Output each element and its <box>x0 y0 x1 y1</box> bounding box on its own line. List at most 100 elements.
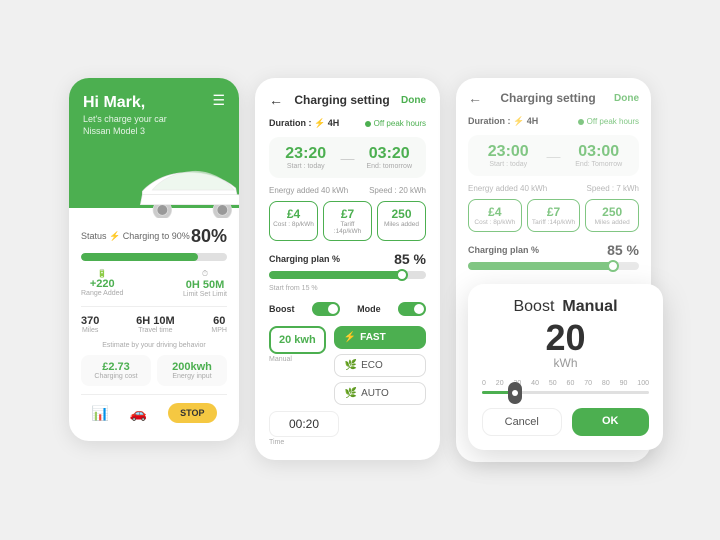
boost-toggle[interactable] <box>312 302 340 316</box>
right-cost-val: £4 <box>472 205 518 219</box>
range-thumb[interactable] <box>508 382 522 404</box>
energy-input-val: 200kwh <box>163 361 221 373</box>
right-time-row: 23:00 Start : today — 03:00 End: Tomorro… <box>468 135 639 176</box>
stop-button[interactable]: STOP <box>168 403 216 423</box>
mid-card: ← Charging setting Done Duration : ⚡ 4H … <box>255 78 440 460</box>
back-arrow-icon[interactable]: ← <box>269 92 283 108</box>
modal-buttons: Cancel OK <box>482 408 649 436</box>
start-time-block: 23:20 Start : today <box>277 145 335 170</box>
modal-slider-container: 0 20 30 40 50 60 70 80 90 100 <box>482 380 649 394</box>
range-lbl: Range Added <box>81 290 123 297</box>
auto-label: AUTO <box>361 388 389 399</box>
duration-label: Duration : ⚡ 4H <box>269 118 339 129</box>
modal-manual-label: Manual <box>562 298 617 316</box>
right-duration-lbl: Duration : ⚡ 4H <box>468 116 538 127</box>
speed-lbl: MPH <box>211 327 227 334</box>
status-label: Status ⚡ Charging to 90% <box>81 231 190 242</box>
right-plan-lbl: Charging plan % <box>468 245 539 255</box>
speed-val: 60 <box>211 315 227 327</box>
off-peak-indicator: Off peak hours <box>365 119 426 128</box>
modal-boost-label: Boost <box>513 298 554 316</box>
car-nav-icon[interactable]: 🚗 <box>130 405 147 422</box>
right-plan-row: Charging plan % 85 % <box>468 242 639 258</box>
range-stat: 🔋 +220 Range Added <box>81 269 123 298</box>
right-tariff-box: £7 Tariff :14p/kWh <box>527 199 581 232</box>
status-row: Status ⚡ Charging to 90% 80% <box>81 226 227 247</box>
kwh-box[interactable]: 20 kwh <box>269 326 326 354</box>
right-miles-box: 250 Miles added <box>585 199 639 232</box>
slider-thumb[interactable] <box>396 269 408 281</box>
manual-label: Manual <box>269 356 326 363</box>
cost-label: Cost : 8p/kWh <box>273 221 314 228</box>
ok-button[interactable]: OK <box>572 408 650 436</box>
chart-icon[interactable]: 📊 <box>91 405 108 422</box>
fast-icon: ⚡ <box>344 332 356 343</box>
travel-lbl: Travel time <box>136 327 175 334</box>
right-header: ← Charging setting Done <box>468 90 639 106</box>
miles-lbl: Miles <box>81 327 99 334</box>
right-start-block: 23:00 Start : today <box>476 143 541 168</box>
right-title: Charging setting <box>500 91 595 105</box>
mid-card-header: ← Charging setting Done <box>269 92 426 108</box>
plan-pct: 85 % <box>394 251 426 267</box>
right-plan-fill <box>468 262 613 270</box>
right-cost-box: £4 Cost : 8p/kWh <box>468 199 522 232</box>
auto-mode-button[interactable]: 🌿 AUTO <box>334 382 426 405</box>
right-plan-slider[interactable] <box>468 262 639 270</box>
tariff-label: Tariff :14p/kWh <box>327 221 368 235</box>
fast-mode-button[interactable]: ⚡ FAST <box>334 326 426 349</box>
mid-card-title: Charging setting <box>294 93 389 107</box>
mode-toggle[interactable] <box>398 302 426 316</box>
end-time-lbl: End: tomorrow <box>361 163 419 170</box>
right-bg-content: ← Charging setting Done Duration : ⚡ 4H … <box>468 90 639 270</box>
cancel-button[interactable]: Cancel <box>482 408 562 436</box>
right-speed-lbl: Speed : 7 kWh <box>587 184 639 193</box>
right-done-btn[interactable]: Done <box>614 93 639 104</box>
status-value: 80% <box>191 226 227 247</box>
limit-val: 0H 50M <box>183 279 227 291</box>
right-miles-lbl: Miles added <box>589 219 635 226</box>
charge-cost-box: £2.73 Charging cost <box>81 355 151 386</box>
energy-label: Energy added 40 kWh <box>269 186 348 195</box>
greeting-text: Hi Mark, <box>83 94 225 112</box>
start-time: 23:20 <box>277 145 335 163</box>
progress-bar <box>81 253 227 261</box>
menu-icon[interactable]: ☰ <box>212 92 225 109</box>
mode-options: 20 kwh Manual ⚡ FAST 🌿 ECO 🌿 AUTO <box>269 326 426 446</box>
right-slider-thumb[interactable] <box>607 260 619 272</box>
tariff-box: £7 Tariff :14p/kWh <box>323 201 372 241</box>
plan-row: Charging plan % 85 % <box>269 251 426 267</box>
end-time-block: 03:20 End: tomorrow <box>361 145 419 170</box>
plan-slider[interactable] <box>269 271 426 279</box>
right-off-peak-lbl: Off peak hours <box>587 117 639 126</box>
right-end-block: 03:00 End: Tomorrow <box>567 143 632 168</box>
right-bg-card: ← Charging setting Done Duration : ⚡ 4H … <box>456 78 651 462</box>
card-body: Status ⚡ Charging to 90% 80% 🔋 +220 Rang… <box>69 208 239 441</box>
start-from-text: Start from 15 % <box>269 285 426 292</box>
right-back-icon[interactable]: ← <box>468 90 482 106</box>
limit-lbl: Limit Set Limit <box>183 291 227 298</box>
range-val: +220 <box>81 278 123 290</box>
right-start-time: 23:00 <box>476 143 541 161</box>
modal-kwh-value: 20 <box>482 320 649 356</box>
right-duration-row: Duration : ⚡ 4H Off peak hours <box>468 116 639 127</box>
miles-box: 250 Miles added <box>377 201 426 241</box>
speed-label: Speed : 20 kWh <box>369 186 426 195</box>
time-input[interactable]: 00:20 <box>269 411 339 437</box>
right-cost-lbl: Cost : 8p/kWh <box>472 219 518 226</box>
mode-label: Mode <box>357 304 381 314</box>
eco-mode-button[interactable]: 🌿 ECO <box>334 354 426 377</box>
done-button[interactable]: Done <box>401 95 426 106</box>
eco-icon: 🌿 <box>345 360 357 371</box>
time-separator: — <box>341 150 355 166</box>
range-bar[interactable] <box>482 391 649 394</box>
boost-modal: Boost Manual 20 kWh 0 20 30 40 50 60 70 … <box>468 284 663 450</box>
toggle-circle <box>328 304 338 314</box>
plan-slider-fill <box>269 271 402 279</box>
value-boxes: £4 Cost : 8p/kWh £7 Tariff :14p/kWh 250 … <box>269 201 426 241</box>
boost-mode-row: Boost Mode <box>269 302 426 316</box>
end-time: 03:20 <box>361 145 419 163</box>
start-time-lbl: Start : today <box>277 163 335 170</box>
right-off-peak-dot <box>578 119 584 125</box>
boost-label: Boost <box>269 304 295 314</box>
